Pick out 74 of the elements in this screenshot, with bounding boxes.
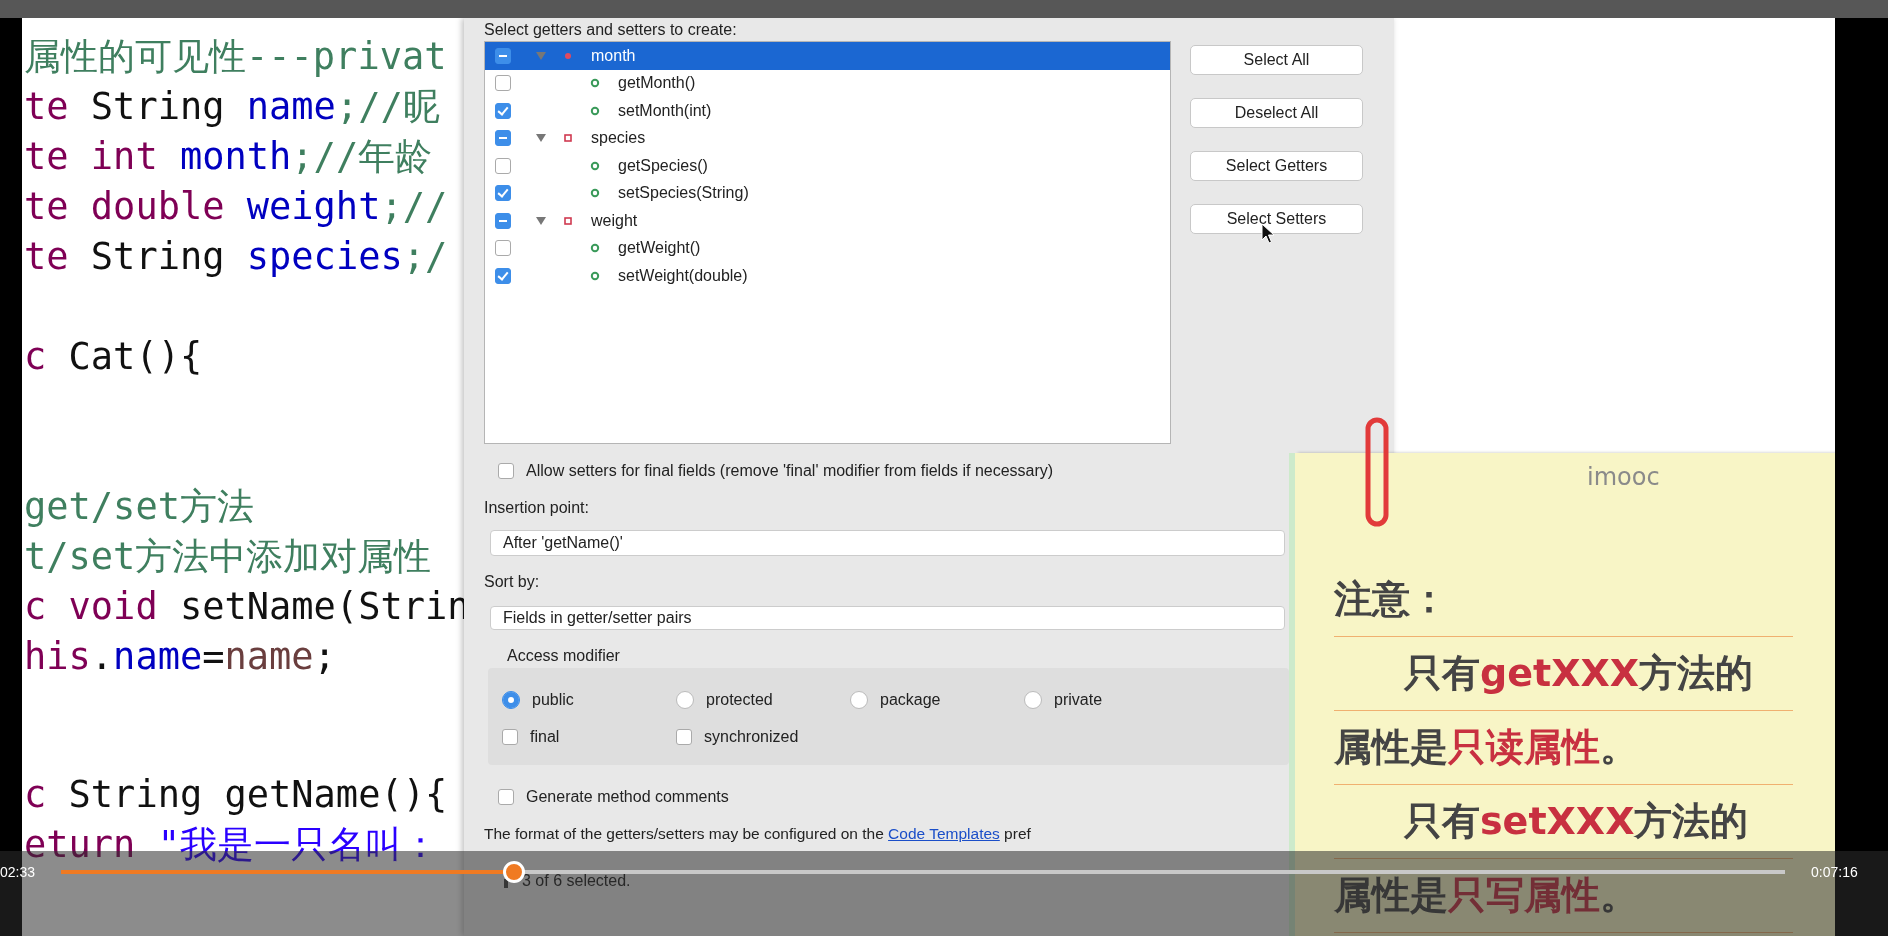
tree-row[interactable]: setWeight(double): [485, 262, 1170, 290]
note-line: 属性是只读属性。: [1334, 711, 1793, 785]
checkbox[interactable]: [495, 267, 511, 284]
format-note: The format of the getters/setters may be configured on the Code Templates pref: [484, 824, 1031, 844]
note-line: 只有setXXX方法的: [1334, 785, 1793, 859]
checkbox[interactable]: [495, 240, 511, 257]
method-icon: [590, 78, 600, 89]
status-text: 3 of 6 selected.: [522, 872, 631, 890]
field-icon: [563, 50, 573, 61]
field-icon: [563, 133, 573, 144]
note-line: 属性是只写属性。: [1334, 859, 1793, 933]
tree-row[interactable]: weight: [485, 207, 1170, 235]
tree-row[interactable]: setMonth(int): [485, 97, 1170, 125]
code-line: te int month;//年龄: [24, 134, 433, 180]
radio-button[interactable]: [676, 691, 694, 709]
radio-label: private: [1054, 691, 1103, 709]
code-line: his.name=name;: [24, 634, 336, 680]
checkbox[interactable]: [502, 729, 518, 745]
sort-by-field[interactable]: Fields in getter/setter pairs: [490, 606, 1285, 630]
radio-label: package: [880, 691, 941, 709]
tree-row[interactable]: setSpecies(String): [485, 179, 1170, 207]
insertion-point-field[interactable]: After 'getName()': [490, 530, 1285, 556]
tree-row[interactable]: getMonth(): [485, 69, 1170, 97]
code-line: c void setName(Strin: [24, 584, 470, 630]
code-line: c String getName(){: [24, 772, 448, 818]
group-label: Access modifier: [507, 646, 620, 666]
mouse-cursor-icon: [1261, 223, 1275, 245]
checkbox[interactable]: [495, 102, 511, 119]
field-icon: [563, 215, 573, 226]
method-icon: [590, 105, 600, 116]
code-line: te String species;/: [24, 234, 448, 280]
checkbox[interactable]: [495, 212, 511, 229]
checkbox-label: Generate method comments: [526, 788, 729, 806]
dialog-heading: Select getters and setters to create:: [484, 20, 737, 40]
checkbox[interactable]: [495, 130, 511, 147]
checkbox[interactable]: [495, 75, 511, 92]
checkbox[interactable]: [676, 729, 692, 745]
dialog-button[interactable]: Select All: [1190, 45, 1363, 75]
code-line: te String name;//昵: [24, 84, 440, 130]
checkbox-label: Allow setters for final fields (remove 'final' modifier from fields if necessary): [526, 462, 1054, 480]
code-line: 属性的可见性---privat: [24, 34, 447, 80]
code-line: c Cat(){: [24, 334, 203, 380]
radio-label: protected: [706, 691, 773, 709]
method-icon: [590, 243, 600, 254]
checkbox-label: synchronized: [704, 728, 799, 746]
radio-button[interactable]: [502, 691, 520, 709]
tree-row[interactable]: getWeight(): [485, 234, 1170, 262]
checkbox[interactable]: [498, 789, 514, 805]
code-line: get/set方法: [24, 484, 254, 530]
code-line: t/set方法中添加对属性: [24, 534, 432, 580]
radio-button[interactable]: [850, 691, 868, 709]
note-line: 只有getXXX方法的: [1334, 637, 1793, 711]
brand-text: imooc: [1586, 463, 1660, 491]
method-icon: [590, 270, 600, 281]
note-line: 注意：: [1334, 563, 1793, 637]
code-line: te double weight;//: [24, 184, 448, 230]
dialog-button[interactable]: Deselect All: [1190, 98, 1363, 128]
tree-row[interactable]: species: [485, 124, 1170, 152]
dialog-button[interactable]: Select Setters: [1190, 204, 1363, 234]
radio-button[interactable]: [1024, 691, 1042, 709]
tree-row[interactable]: getSpecies(): [485, 152, 1170, 180]
checkbox[interactable]: [495, 185, 511, 202]
checkbox[interactable]: [495, 47, 511, 64]
checkbox-label: final: [530, 728, 560, 746]
checkbox[interactable]: [498, 463, 514, 479]
dialog-button[interactable]: Select Getters: [1190, 151, 1363, 181]
method-icon: [590, 160, 600, 171]
checkbox[interactable]: [495, 157, 511, 174]
code-templates-link[interactable]: Code Templates: [888, 825, 1000, 842]
field-label: Sort by:: [484, 572, 540, 592]
tree-row[interactable]: month: [485, 42, 1170, 70]
field-label: Insertion point:: [484, 498, 589, 518]
method-icon: [590, 188, 600, 199]
radio-label: public: [532, 691, 574, 709]
